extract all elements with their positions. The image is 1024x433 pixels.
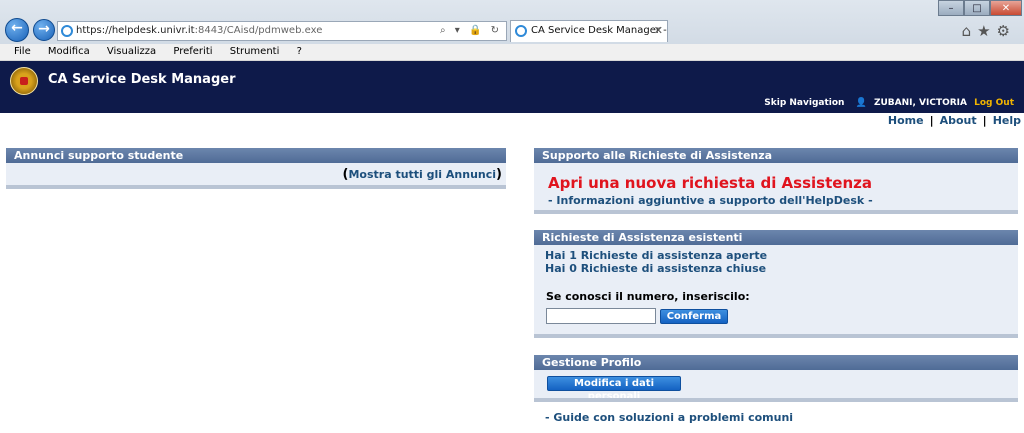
address-controls[interactable]: ⌕ ▾ 🔒 ↻ (440, 22, 502, 40)
forward-button[interactable]: → (33, 19, 55, 41)
announcements-title: Annunci supporto studente (6, 148, 506, 163)
profile-panel-body: Modifica i dati personali (534, 370, 1018, 402)
user-icon: 👤 (855, 98, 867, 108)
confirm-button[interactable]: Conferma (660, 309, 728, 324)
support-panel-title: Supporto alle Richieste di Assistenza (534, 148, 1018, 163)
app-title: CA Service Desk Manager (48, 72, 236, 87)
maximize-button[interactable]: □ (964, 0, 990, 16)
guides-link[interactable]: - Guide con soluzioni a problemi comuni (545, 411, 793, 424)
panel-footer (534, 210, 1018, 214)
existing-requests-body: Hai 1 Richieste di assistenza aperte Hai… (534, 245, 1018, 334)
separator: | (982, 114, 987, 127)
show-all-announcements: (Mostra tutti gli Annunci) (343, 167, 502, 182)
existing-requests-title: Richieste di Assistenza esistenti (534, 230, 1018, 245)
menu-file[interactable]: File (14, 46, 31, 57)
panel-footer (534, 334, 1018, 338)
edit-profile-button[interactable]: Modifica i dati personali (547, 376, 681, 402)
skip-navigation-link[interactable]: Skip Navigation (764, 98, 844, 108)
home-link[interactable]: Home (888, 114, 924, 127)
panel-footer (6, 185, 506, 189)
tab-close-icon[interactable]: ✕ (654, 21, 663, 41)
minimize-button[interactable]: – (938, 0, 964, 16)
browser-tab[interactable]: CA Service Desk Manager - ... ✕ (510, 20, 668, 56)
url-host: https://helpdesk.univr.it (76, 25, 195, 36)
close-window-button[interactable]: ✕ (990, 0, 1022, 16)
menu-help[interactable]: ? (297, 46, 302, 57)
helpdesk-info-link[interactable]: - Informazioni aggiuntive a supporto del… (548, 194, 873, 207)
menu-strumenti[interactable]: Strumenti (230, 46, 280, 57)
help-link[interactable]: Help (993, 114, 1021, 127)
request-number-input[interactable] (546, 308, 656, 324)
support-panel-body: Apri una nuova richiesta di Assistenza -… (534, 163, 1018, 210)
back-button[interactable]: ← (5, 18, 29, 42)
close-paren: ) (496, 167, 502, 182)
menu-visualizza[interactable]: Visualizza (107, 46, 156, 57)
panel-footer (534, 398, 1018, 402)
request-number-label: Se conosci il numero, inseriscilo: (546, 290, 750, 303)
open-requests-link[interactable]: Hai 1 Richieste di assistenza aperte (545, 249, 767, 262)
browser-chrome: ← → https://helpdesk.univr.it:8443/CAisd… (0, 0, 1024, 61)
menu-bar: File Modifica Visualizza Preferiti Strum… (0, 44, 1024, 61)
top-links: Home | About | Help (888, 114, 1021, 127)
menu-modifica[interactable]: Modifica (48, 46, 90, 57)
ie-tab-icon (515, 25, 527, 37)
new-request-link[interactable]: Apri una nuova richiesta di Assistenza (548, 174, 872, 192)
university-logo (10, 67, 38, 95)
closed-requests-link[interactable]: Hai 0 Richieste di assistenza chiuse (545, 262, 766, 275)
user-bar: Skip Navigation 👤 ZUBANI, VICTORIA Log O… (764, 98, 1014, 108)
menu-preferiti[interactable]: Preferiti (173, 46, 212, 57)
about-link[interactable]: About (940, 114, 977, 127)
address-bar[interactable]: https://helpdesk.univr.it:8443/CAisd/pdm… (57, 21, 507, 41)
toolbar-icons[interactable]: ⌂★⚙ (962, 22, 1016, 40)
logout-link[interactable]: Log Out (974, 98, 1014, 108)
user-name: ZUBANI, VICTORIA (873, 98, 967, 108)
show-all-announcements-link[interactable]: Mostra tutti gli Annunci (348, 168, 496, 181)
separator: | (929, 114, 934, 127)
announcements-body: (Mostra tutti gli Annunci) (6, 163, 506, 185)
url-path: :8443/CAisd/pdmweb.exe (194, 25, 323, 36)
app-header: CA Service Desk Manager Skip Navigation … (0, 61, 1024, 113)
ie-icon (61, 25, 73, 37)
profile-panel-title: Gestione Profilo (534, 355, 1018, 370)
